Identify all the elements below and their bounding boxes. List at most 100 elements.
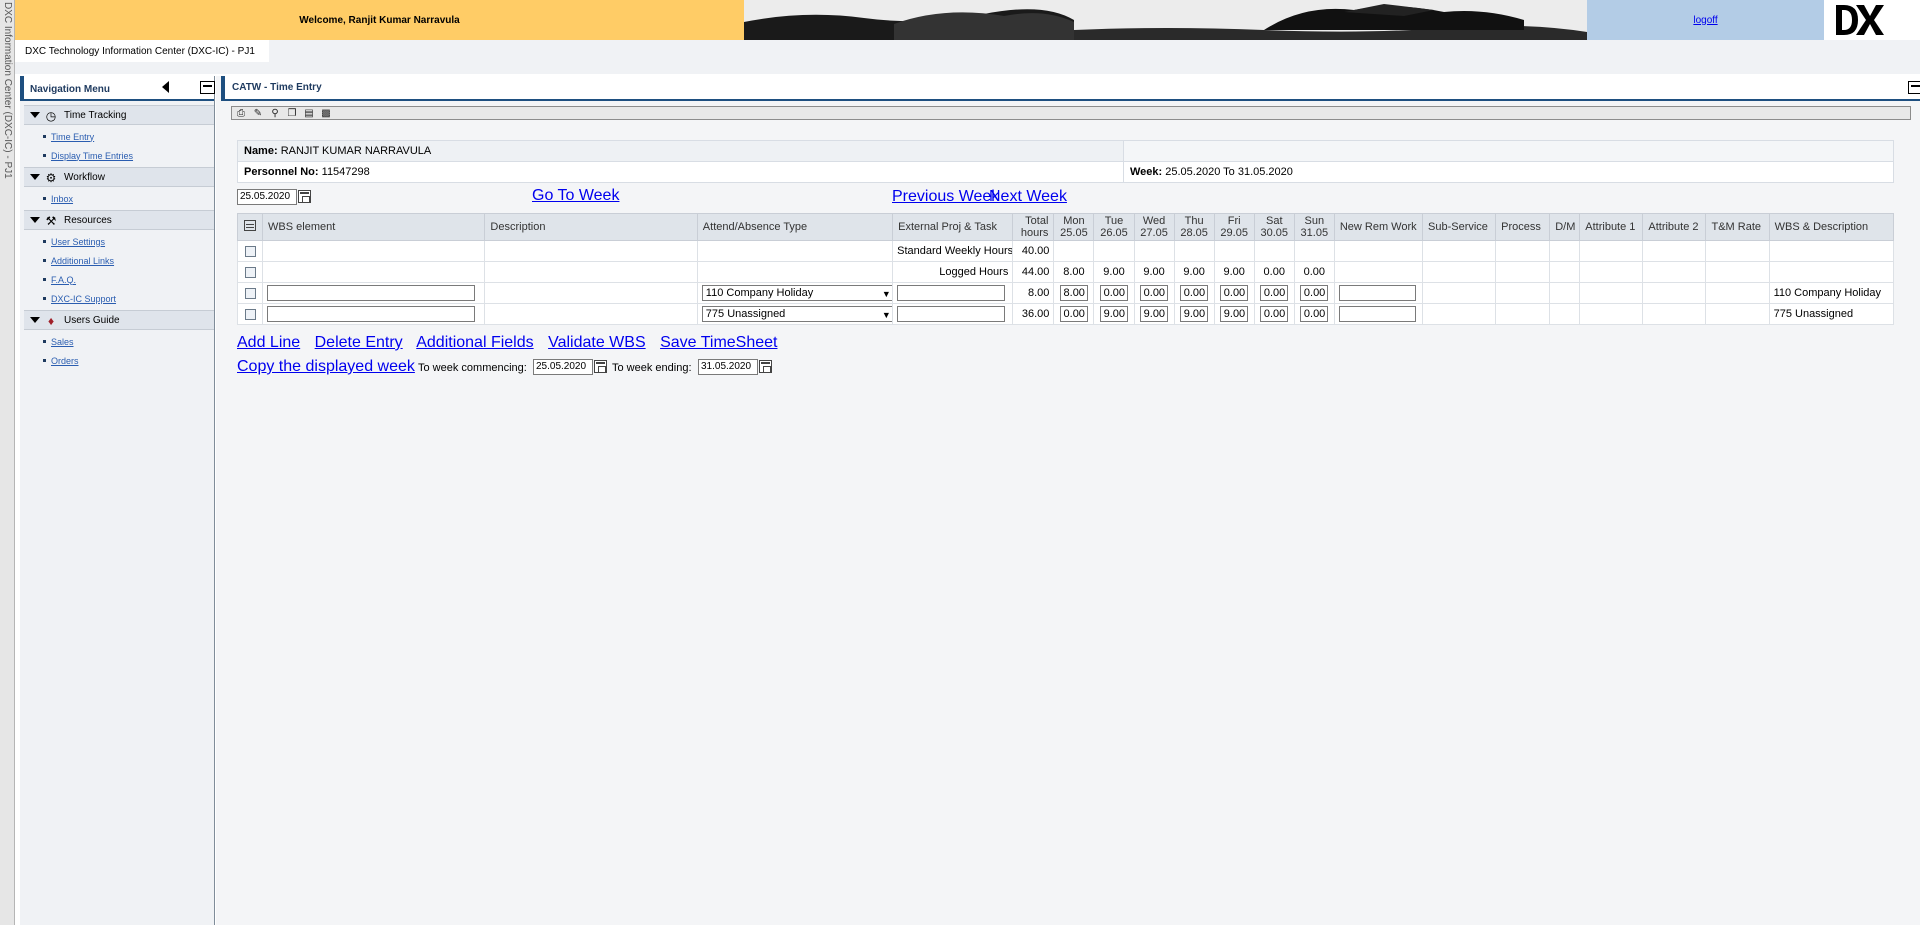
- col-sub-service: Sub-Service: [1421, 213, 1497, 241]
- collapse-arrow-icon[interactable]: [162, 81, 169, 93]
- table-cell: [1579, 282, 1644, 304]
- empty-cell: [1123, 140, 1894, 162]
- col-sun: Sun 31.05: [1293, 213, 1335, 241]
- fri-cell: 0.00: [1213, 282, 1255, 304]
- new-rem-work-input[interactable]: [1338, 285, 1416, 301]
- welcome-message: Welcome, Ranjit Kumar Narravula: [15, 0, 744, 40]
- nav-group-label: Resources: [64, 215, 112, 226]
- nav-link-orders[interactable]: Orders: [51, 356, 79, 366]
- wbs-input[interactable]: [267, 306, 476, 322]
- table-cell: [696, 261, 894, 283]
- main-header: CATW - Time Entry: [221, 76, 1920, 101]
- nav-group-time-tracking[interactable]: ◷ Time Tracking: [24, 105, 214, 125]
- dxc-logo: [1824, 0, 1920, 40]
- nav-link-inbox[interactable]: Inbox: [51, 194, 73, 204]
- mon-hours-input[interactable]: 0.00: [1059, 306, 1088, 322]
- table-cell: [1495, 303, 1551, 325]
- timesheet-table: WBS element Description Attend/Absence T…: [236, 213, 1895, 325]
- sun-hours-input[interactable]: 0.00: [1300, 285, 1329, 301]
- validate-wbs-link[interactable]: Validate WBS: [548, 334, 646, 351]
- fri-hours-input[interactable]: 9.00: [1220, 306, 1249, 322]
- copy-icon[interactable]: ❐: [285, 108, 299, 119]
- paste-icon[interactable]: ▩: [319, 108, 333, 119]
- select-all-header[interactable]: [236, 213, 264, 241]
- external-proj-input[interactable]: [897, 306, 1006, 322]
- minimize-icon[interactable]: [1908, 81, 1920, 94]
- table-cell: [1253, 240, 1295, 262]
- table-cell: [1768, 240, 1895, 262]
- nav-group-users-guide[interactable]: ♦ Users Guide: [24, 310, 214, 330]
- delete-entry-link[interactable]: Delete Entry: [315, 334, 403, 351]
- commencing-date-input[interactable]: 25.05.2020: [533, 359, 593, 375]
- save-timesheet-link[interactable]: Save TimeSheet: [660, 334, 777, 351]
- nav-link-display-time-entries[interactable]: Display Time Entries: [51, 151, 133, 161]
- nav-link-user-settings[interactable]: User Settings: [51, 237, 105, 247]
- find-icon[interactable]: ⚲: [268, 108, 282, 119]
- sat-hours-input[interactable]: 0.00: [1260, 306, 1289, 322]
- wbs-cell: [262, 303, 486, 325]
- nav-group-workflow[interactable]: ⚙ Workflow: [24, 167, 214, 187]
- ending-date-input[interactable]: 31.05.2020: [698, 359, 758, 375]
- nav-link-sales[interactable]: Sales: [51, 337, 74, 347]
- thu-hours-input[interactable]: 0.00: [1180, 285, 1209, 301]
- sat-cell: 0.00: [1253, 303, 1295, 325]
- nav-link-dxc-ic-support[interactable]: DXC-IC Support: [51, 294, 116, 304]
- table-cell: [1421, 261, 1497, 283]
- table-cell: [1549, 303, 1581, 325]
- previous-week-link[interactable]: Previous Week: [892, 188, 999, 206]
- tue-hours-input[interactable]: 0.00: [1100, 285, 1128, 301]
- table-cell: [1333, 240, 1424, 262]
- attend-absence-select[interactable]: 775 Unassigned ▼: [701, 306, 892, 322]
- wbs-description-value: 775 Unassigned: [1768, 303, 1895, 325]
- week-value: 25.05.2020 To 31.05.2020: [1165, 166, 1293, 178]
- fri-hours-input[interactable]: 0.00: [1220, 285, 1249, 301]
- logged-fri: 9.00: [1213, 261, 1255, 283]
- wed-hours-input[interactable]: 0.00: [1140, 285, 1169, 301]
- edit-icon[interactable]: ✎: [251, 108, 265, 119]
- week-date-input[interactable]: 25.05.2020: [237, 189, 297, 205]
- thu-hours-input[interactable]: 9.00: [1180, 306, 1209, 322]
- additional-fields-link[interactable]: Additional Fields: [416, 334, 533, 351]
- ending-label: To week ending:: [612, 362, 692, 374]
- nav-link-faq[interactable]: F.A.Q.: [51, 275, 76, 285]
- dxc-logo-icon: [1836, 5, 1884, 35]
- table-cell: [262, 261, 486, 283]
- calendar-icon[interactable]: [298, 190, 311, 203]
- toolbar: ⎙ ✎ ⚲ ❐ ▤ ▩: [231, 106, 1911, 120]
- calendar-icon[interactable]: [759, 360, 772, 373]
- sat-hours-input[interactable]: 0.00: [1260, 285, 1289, 301]
- sun-hours-input[interactable]: 0.00: [1300, 306, 1329, 322]
- print-icon[interactable]: ⎙: [234, 108, 248, 119]
- wed-hours-input[interactable]: 9.00: [1140, 306, 1169, 322]
- new-rem-work-input[interactable]: [1338, 306, 1416, 322]
- tue-hours-input[interactable]: 9.00: [1100, 306, 1128, 322]
- minimize-icon[interactable]: [200, 81, 215, 94]
- external-proj-input[interactable]: [897, 285, 1006, 301]
- dropdown-arrow-icon: ▼: [881, 310, 891, 320]
- name-value: RANJIT KUMAR NARRAVULA: [280, 145, 432, 157]
- next-week-link[interactable]: Next Week: [989, 188, 1067, 206]
- resources-icon: ⚒: [45, 214, 57, 228]
- col-attribute-1: Attribute 1: [1579, 213, 1644, 241]
- logged-tue: 9.00: [1093, 261, 1135, 283]
- expand-triangle-icon: [30, 317, 40, 323]
- go-to-week-link[interactable]: Go To Week: [532, 187, 619, 205]
- add-line-link[interactable]: Add Line: [237, 334, 300, 351]
- logoff-link[interactable]: logoff: [1693, 15, 1717, 26]
- copy-week-link[interactable]: Copy the displayed week: [237, 358, 415, 376]
- copy-week-row: Copy the displayed week To week commenci…: [237, 357, 937, 377]
- row-checkbox[interactable]: [244, 308, 256, 320]
- fri-cell: 9.00: [1213, 303, 1255, 325]
- nav-link-additional-links[interactable]: Additional Links: [51, 256, 114, 266]
- calendar-icon[interactable]: [594, 360, 607, 373]
- row-checkbox[interactable]: [244, 287, 256, 299]
- tue-cell: 0.00: [1093, 282, 1135, 304]
- export-icon[interactable]: ▤: [302, 108, 316, 119]
- nav-group-resources[interactable]: ⚒ Resources: [24, 210, 214, 230]
- row-checkbox[interactable]: [244, 266, 256, 278]
- wbs-input[interactable]: [267, 285, 476, 301]
- nav-link-time-entry[interactable]: Time Entry: [51, 132, 94, 142]
- row-checkbox[interactable]: [244, 245, 256, 257]
- attend-absence-select[interactable]: 110 Company Holiday ▼: [701, 285, 892, 301]
- mon-hours-input[interactable]: 8.00: [1059, 285, 1088, 301]
